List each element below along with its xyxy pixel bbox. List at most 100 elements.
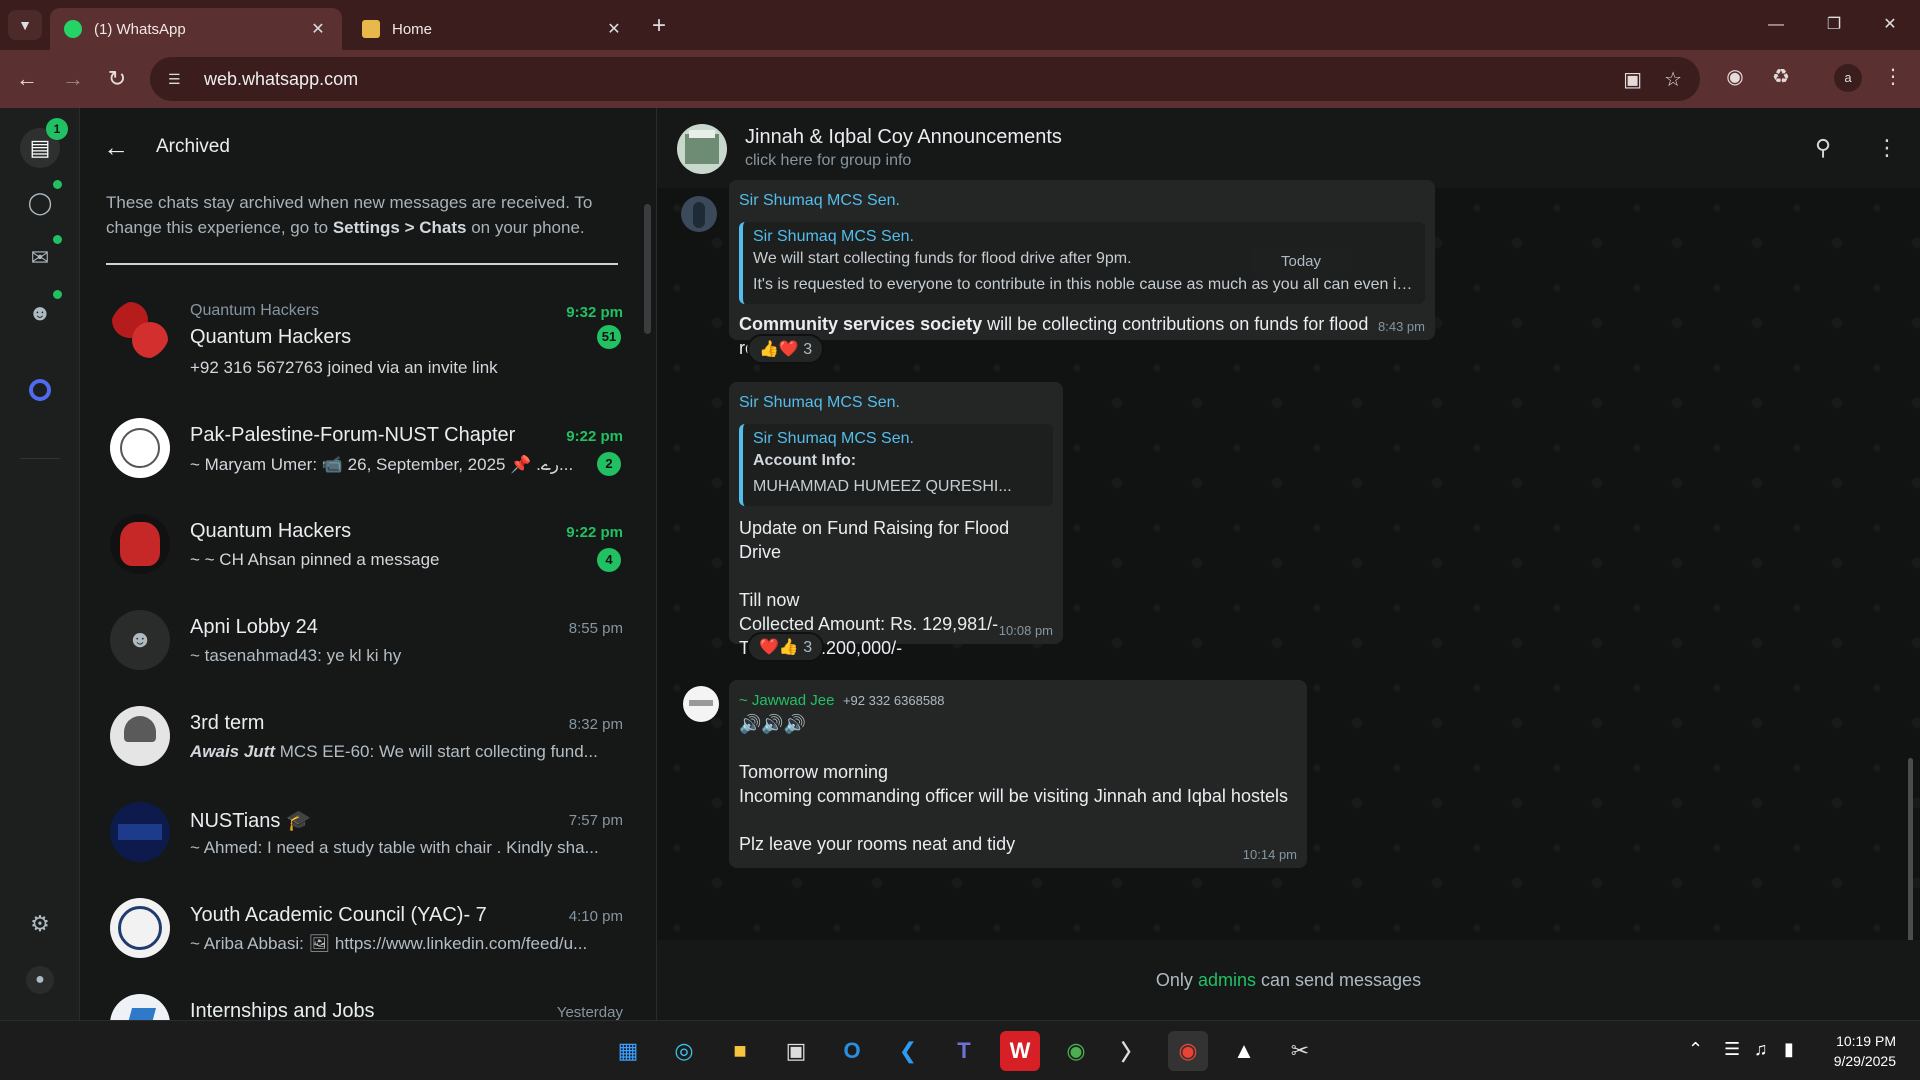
admins-link[interactable]: admins: [1198, 970, 1256, 990]
chrome-active-icon[interactable]: ◉: [1168, 1031, 1208, 1071]
site-info-icon[interactable]: ☰: [168, 71, 188, 87]
tab-search-button[interactable]: ▼: [8, 10, 42, 40]
minimize-button[interactable]: —: [1756, 10, 1796, 40]
install-app-icon[interactable]: ▣: [1623, 67, 1642, 92]
status-dot: [53, 180, 62, 189]
profile-icon[interactable]: ●: [20, 960, 60, 1000]
message-bold: Community services society: [739, 314, 983, 334]
volume-icon[interactable]: ♫: [1754, 1039, 1768, 1060]
message-time: 10:14 pm: [1242, 847, 1297, 862]
forward-icon[interactable]: →: [58, 64, 88, 94]
file-explorer-icon[interactable]: ■: [720, 1031, 760, 1071]
chat-name: NUSTians 🎓: [190, 810, 311, 832]
chat-avatar: [110, 300, 170, 360]
address-bar[interactable]: ☰ web.whatsapp.com ▣ ☆: [150, 57, 1700, 101]
wifi-icon[interactable]: ☰: [1724, 1039, 1740, 1060]
close-tab-icon[interactable]: ✕: [308, 19, 328, 39]
preview-text: MCS EE-60: We will start collecting fund…: [275, 742, 598, 761]
chat-preview: ~ tasenahmad43: ye kl ki hy: [190, 646, 402, 665]
app-icon[interactable]: ▲: [1224, 1031, 1264, 1071]
group-info-hint: click here for group info: [745, 152, 912, 169]
bookmark-star-icon[interactable]: ☆: [1664, 67, 1682, 92]
archived-title: Archived: [156, 136, 230, 157]
group-avatar-icon: ☻: [110, 610, 170, 670]
status-icon[interactable]: ◯: [20, 183, 60, 223]
group-name: Jinnah & Iqbal Coy Announcements: [745, 126, 1062, 148]
chat-preview: ~ ~ CH Ahsan pinned a message: [190, 550, 440, 569]
close-tab-icon[interactable]: ✕: [604, 19, 624, 39]
preview-sender: Awais Jutt: [190, 742, 276, 761]
message-line: Incoming commanding officer will be visi…: [739, 786, 1288, 806]
snipping-icon[interactable]: ✂: [1280, 1031, 1320, 1071]
camera-icon[interactable]: ◉: [1720, 64, 1750, 89]
chat-name: 3rd term: [190, 712, 265, 734]
chat-item-nustians[interactable]: NUSTians 🎓 ~ Ahmed: I need a study table…: [80, 788, 656, 884]
message-reactions[interactable]: 👍❤️ 3: [747, 334, 825, 364]
terminal-icon[interactable]: 〉: [1112, 1031, 1152, 1071]
tray-chevron-icon[interactable]: ⌃: [1688, 1039, 1703, 1060]
notice-settings: Settings: [332, 218, 400, 237]
settings-icon[interactable]: ⚙: [20, 904, 60, 944]
chat-preview: ~ Ariba Abbasi: 🖼 https://www.linkedin.c…: [190, 934, 588, 953]
chat-item-pak-palestine[interactable]: Pak-Palestine-Forum-NUST Chapter ~ Marya…: [80, 404, 656, 500]
chat-item-3rd-term[interactable]: 3rd term Awais Jutt MCS EE-60: We will s…: [80, 692, 656, 788]
search-icon[interactable]: ⚲: [1807, 132, 1839, 164]
message-sender[interactable]: Sir Shumaq MCS Sen.: [739, 394, 1053, 412]
chrome-icon[interactable]: ◉: [1056, 1031, 1096, 1071]
chat-item-internships[interactable]: Internships and Jobs Yesterday: [80, 980, 656, 1020]
chat-item-quantum-hackers[interactable]: Quantum Hackers ~ ~ CH Ahsan pinned a me…: [80, 500, 656, 596]
notice-separator: >: [399, 218, 420, 237]
chat-item-apni-lobby[interactable]: ☻ Apni Lobby 24 ~ tasenahmad43: ye kl ki…: [80, 596, 656, 692]
message-sender[interactable]: Sir Shumaq MCS Sen.: [739, 192, 1425, 210]
teams-icon[interactable]: T: [944, 1031, 984, 1071]
outlook-icon[interactable]: O: [832, 1031, 872, 1071]
message-line: Update on Fund Raising for Flood Drive: [739, 518, 1010, 562]
tab-whatsapp[interactable]: (1) WhatsApp ✕: [50, 8, 342, 50]
chat-name: Internships and Jobs: [190, 1000, 375, 1020]
notice-divider: [106, 263, 618, 265]
back-icon[interactable]: ←: [12, 64, 42, 94]
chats-unread-badge: 1: [46, 118, 68, 140]
close-window-button[interactable]: ✕: [1870, 10, 1910, 40]
menu-icon[interactable]: ⋮: [1871, 132, 1903, 164]
battery-icon[interactable]: ▮: [1784, 1039, 1794, 1060]
wps-icon[interactable]: W: [1000, 1031, 1040, 1071]
conversation-panel: Jinnah & Iqbal Coy Announcements click h…: [657, 108, 1920, 1020]
back-arrow-icon[interactable]: ←: [94, 125, 138, 169]
extensions-icon[interactable]: ♻: [1766, 64, 1796, 89]
tab-home[interactable]: Home ✕: [348, 8, 638, 50]
message-bubble[interactable]: ~ Jawwad Jee +92 332 6368588 🔊🔊🔊 Tomorro…: [729, 680, 1307, 868]
chat-time: 9:32 pm: [566, 304, 623, 321]
group-avatar[interactable]: [677, 124, 727, 174]
message-reactions[interactable]: ❤️👍 3: [747, 632, 825, 662]
chat-name: Youth Academic Council (YAC)- 7: [190, 904, 487, 926]
conversation-header[interactable]: Jinnah & Iqbal Coy Announcements click h…: [657, 108, 1920, 188]
channels-icon[interactable]: ✉: [20, 238, 60, 278]
system-clock[interactable]: 10:19 PM 9/29/2025: [1834, 1031, 1896, 1071]
vscode-icon[interactable]: ❮: [888, 1031, 928, 1071]
communities-icon[interactable]: ☻: [20, 293, 60, 333]
chat-item-quantum-hackers-community[interactable]: Quantum Hackers Quantum Hackers +92 316 …: [80, 280, 656, 384]
message-time: 8:43 pm: [1378, 319, 1425, 334]
edge-icon[interactable]: ◎: [664, 1031, 704, 1071]
reload-icon[interactable]: ↻: [102, 64, 132, 94]
quoted-message[interactable]: Sir Shumaq MCS Sen. Account Info: MUHAMM…: [739, 424, 1053, 506]
store-icon[interactable]: ▣: [776, 1031, 816, 1071]
chat-item-yac[interactable]: Youth Academic Council (YAC)- 7 ~ Ariba …: [80, 884, 656, 980]
unread-count: 4: [597, 548, 621, 572]
profile-avatar[interactable]: a: [1834, 64, 1862, 92]
sender-avatar: [681, 196, 717, 232]
message-sender[interactable]: ~ Jawwad Jee: [739, 692, 834, 709]
new-tab-button[interactable]: +: [652, 12, 666, 40]
message-bubble[interactable]: Sir Shumaq MCS Sen. Sir Shumaq MCS Sen. …: [729, 382, 1063, 658]
meta-ai-icon[interactable]: [20, 370, 60, 410]
message-line: [739, 736, 1297, 760]
browser-menu-icon[interactable]: ⋮: [1878, 64, 1908, 89]
start-icon[interactable]: ▦: [608, 1031, 648, 1071]
chat-background: Sir Shumaq MCS Sen. Sir Shumaq MCS Sen. …: [657, 180, 1920, 1018]
restore-button[interactable]: ❐: [1814, 10, 1854, 40]
notice-suffix: on your phone.: [466, 218, 585, 237]
chat-preview: ~ Maryam Umer: 📹 26, September, 2025 📌 .…: [190, 455, 574, 474]
chat-avatar: [110, 514, 170, 574]
tab-title: (1) WhatsApp: [94, 20, 186, 38]
